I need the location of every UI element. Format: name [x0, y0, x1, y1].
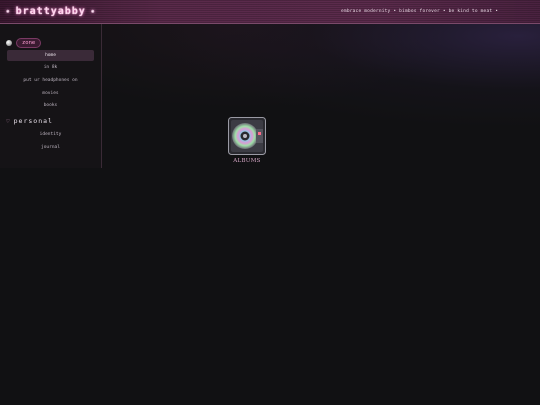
zone-label: zone: [16, 38, 42, 48]
zone-section-header: zone: [6, 38, 42, 48]
sidebar-item-in-8k[interactable]: in 8k: [7, 62, 94, 73]
background-glow: [102, 24, 540, 144]
sidebar-item-journal[interactable]: journal: [7, 142, 94, 153]
sidebar-item-headphones[interactable]: put ur headphones on: [7, 75, 94, 86]
logo-text: brattyabby: [15, 6, 86, 17]
sidebar-item-identity[interactable]: identity: [7, 129, 94, 140]
sparkle-icon: ✺: [6, 8, 11, 15]
sparkle-icon: ✺: [90, 8, 96, 15]
albums-caption[interactable]: ALBUMS: [226, 158, 268, 164]
sidebar-item-movies[interactable]: movies: [7, 88, 94, 99]
personal-section-header: ♡ personal: [6, 117, 53, 125]
site-header: ✺ brattyabby ✺ embrace modernity • bimbo…: [0, 0, 540, 24]
albums-tile[interactable]: [228, 117, 266, 155]
sidebar-item-home[interactable]: home: [7, 50, 94, 61]
sidebar-item-books[interactable]: books: [7, 100, 94, 111]
personal-label: personal: [13, 117, 53, 125]
cd-disc-icon: [228, 117, 266, 155]
pearl-icon: [6, 40, 12, 46]
heart-icon: ♡: [6, 117, 10, 125]
site-logo[interactable]: ✺ brattyabby ✺: [6, 5, 95, 18]
header-marquee: embrace modernity • bimbos forever • be …: [341, 9, 499, 14]
